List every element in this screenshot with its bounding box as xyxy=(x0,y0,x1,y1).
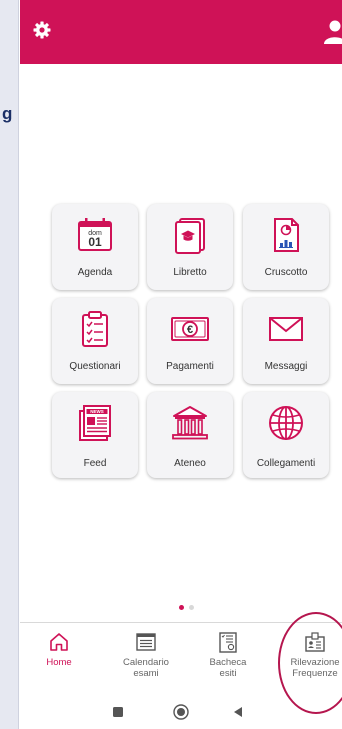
dashboard-chart-icon xyxy=(263,213,309,257)
results-board-icon xyxy=(217,631,239,653)
nav-label: Calendario esami xyxy=(123,657,169,679)
tile-label: Cruscotto xyxy=(264,267,308,278)
gear-icon[interactable] xyxy=(30,18,54,42)
tile-pagamenti[interactable]: € Pagamenti xyxy=(147,298,233,384)
clipboard-checklist-icon xyxy=(72,307,118,351)
tile-label: Feed xyxy=(83,458,107,469)
nav-label: Home xyxy=(46,657,72,668)
tile-label: Libretto xyxy=(173,267,207,278)
svg-text:€: € xyxy=(187,324,193,336)
user-icon[interactable] xyxy=(322,18,342,44)
tile-label: Collegamenti xyxy=(256,458,316,469)
globe-icon xyxy=(263,401,309,445)
tile-ateneo[interactable]: Ateneo xyxy=(147,392,233,478)
nav-label: Bacheca esiti xyxy=(209,657,247,679)
tile-label: Messaggi xyxy=(264,361,308,372)
tile-questionari[interactable]: Questionari xyxy=(52,298,138,384)
university-building-icon xyxy=(167,401,213,445)
nav-rilevazione-frequenze[interactable]: Rilevazione Frequenze xyxy=(276,631,342,679)
tile-label: Pagamenti xyxy=(166,361,214,372)
tile-collegamenti[interactable]: Collegamenti xyxy=(243,392,329,478)
booklet-icon xyxy=(167,213,213,257)
envelope-icon xyxy=(263,307,309,351)
nav-label: Rilevazione Frequenze xyxy=(290,657,340,679)
tile-agenda[interactable]: dom 01 Agenda xyxy=(52,204,138,290)
tile-feed[interactable]: NEWS Feed xyxy=(52,392,138,478)
home-icon xyxy=(48,631,70,653)
agenda-date-text: 01 xyxy=(88,235,102,249)
nav-bacheca-esiti[interactable]: Bacheca esiti xyxy=(189,631,267,679)
system-navigation-bar xyxy=(20,692,342,729)
bottom-navigation: Home Calendario esami Bacheca esiti Rile… xyxy=(20,622,342,679)
app-top-bar xyxy=(20,0,342,64)
page-indicator xyxy=(179,605,194,610)
calendar-icon: dom 01 xyxy=(72,213,118,257)
fragment-glyph: g xyxy=(2,104,13,123)
page-dot-active[interactable] xyxy=(179,605,184,610)
tile-label: Ateneo xyxy=(174,458,206,469)
exam-calendar-icon xyxy=(135,631,157,653)
nav-calendario-esami[interactable]: Calendario esami xyxy=(107,631,185,679)
recents-square-icon[interactable] xyxy=(106,700,130,724)
news-badge-text: NEWS xyxy=(90,409,104,414)
back-triangle-icon[interactable] xyxy=(226,700,250,724)
tile-libretto[interactable]: Libretto xyxy=(147,204,233,290)
euro-banknote-icon: € xyxy=(167,307,213,351)
home-circle-icon[interactable] xyxy=(169,700,193,724)
nav-home[interactable]: Home xyxy=(20,631,98,668)
tile-label: Questionari xyxy=(69,361,121,372)
page-dot[interactable] xyxy=(189,605,194,610)
newspaper-icon: NEWS xyxy=(72,401,118,445)
attendance-card-icon xyxy=(304,631,326,653)
phone-screen: dom 01 Agenda Libretto Cruscotto Questio… xyxy=(20,0,342,729)
side-document-fragment: g xyxy=(0,0,19,729)
tile-label: Agenda xyxy=(77,267,113,278)
tile-cruscotto[interactable]: Cruscotto xyxy=(243,204,329,290)
tile-messaggi[interactable]: Messaggi xyxy=(243,298,329,384)
